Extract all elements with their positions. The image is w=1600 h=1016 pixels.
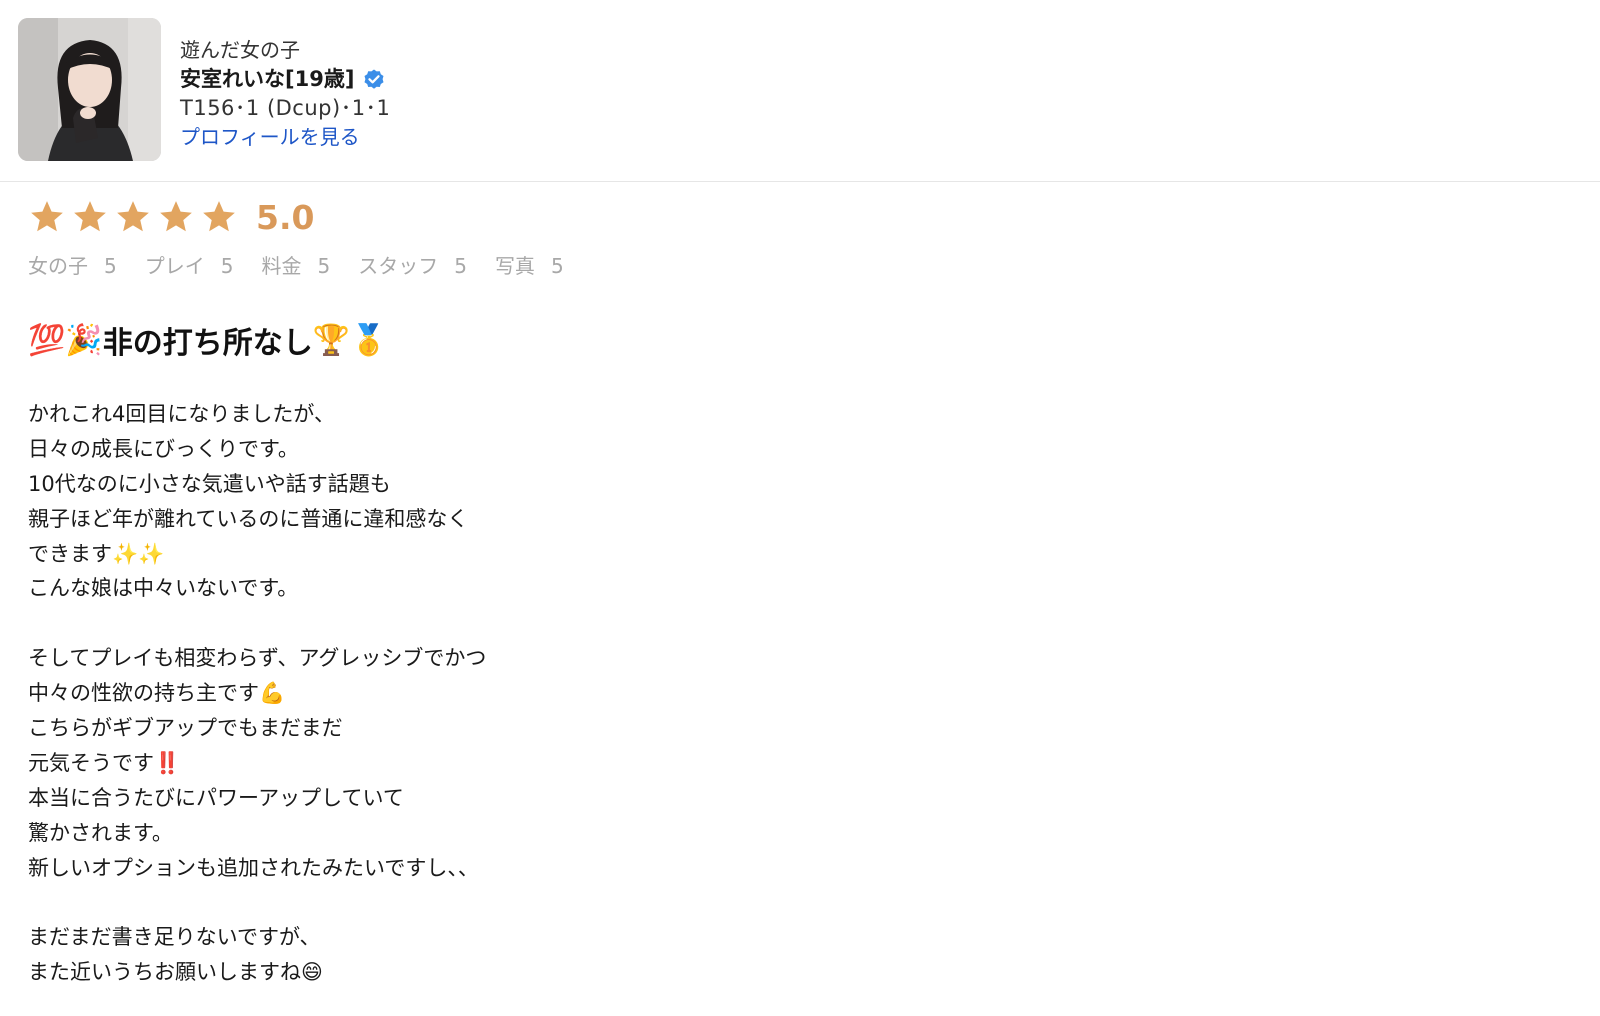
sub-rating-value: 5 [317, 254, 331, 278]
sub-rating-value: 5 [454, 254, 467, 278]
view-profile-link[interactable]: プロフィールを見る [180, 125, 360, 149]
girl-name-row[interactable]: 安室れいな[19歳] [180, 65, 386, 94]
review-title-text: 非の打ち所なし [102, 326, 313, 361]
review-line: こんな娘は中々いないです。 [28, 576, 299, 601]
sub-rating-item: プレイ 5 [145, 250, 234, 279]
played-girl-caption: 遊んだ女の子 [180, 38, 300, 62]
review-line: まだまだ書き足りないですが、 [28, 925, 321, 950]
star-icon [203, 201, 235, 232]
review-line: 10代なのに小さな気遣いや話す話題も [28, 471, 391, 496]
sub-rating-item: 写真 5 [495, 250, 564, 279]
star-icon [74, 201, 106, 232]
review-line: 本当に合うたびにパワーアップしていて [28, 785, 404, 810]
review-line: できます✨✨ [28, 541, 165, 566]
sub-rating-label: 写真 [494, 254, 535, 278]
reviewed-girl-header: 遊んだ女の子 安室れいな[19歳] T156･1 (Dcup)･1･1 プロフィ… [0, 0, 1600, 182]
title-prefix-emoji: 💯🎉 [28, 322, 103, 358]
sub-ratings: 女の子 5 プレイ 5 料金 5 スタッフ 5 写真 5 [28, 250, 564, 279]
title-suffix-emoji: 🏆🥇 [312, 322, 388, 358]
review-title: 💯🎉 非の打ち所なし 🏆🥇 [28, 318, 387, 362]
review-line: 新しいオプションも追加されたみたいですし、、 [28, 855, 479, 880]
sub-rating-label: 女の子 [28, 254, 88, 278]
sub-rating-value: 5 [550, 254, 564, 278]
sub-rating-label: スタッフ [358, 254, 439, 278]
star-rating [28, 198, 238, 236]
girl-stats: T156･1 (Dcup)･1･1 [180, 96, 391, 120]
review-line: こちらがギブアップでもまだまだ [28, 716, 343, 741]
review-line: 驚かされます。 [28, 820, 173, 845]
verified-check-icon [364, 69, 384, 89]
review-line: 親子ほど年が離れているのに普通に違和感なく [28, 506, 469, 531]
sub-rating-item: スタッフ 5 [358, 250, 467, 279]
review-line: 中々の性欲の持ち主です💪 [28, 681, 286, 706]
sub-rating-item: 女の子 5 [28, 250, 117, 279]
review-body: かれこれ4回目になりましたが、 日々の成長にびっくりです。 10代なのに小さな気遣い… [28, 397, 486, 990]
girl-avatar[interactable] [18, 18, 161, 161]
star-icon [31, 201, 63, 232]
sub-rating-value: 5 [220, 254, 234, 278]
review-line: また近いうちお願いしますね😄 [28, 960, 323, 985]
review-line: 元気そうです‼️ [28, 750, 181, 775]
review-line: 日々の成長にびっくりです。 [28, 436, 299, 461]
sub-rating-item: 料金 5 [261, 250, 330, 279]
avatar-photo [18, 18, 161, 161]
review-line: かれこれ4回目になりましたが、 [28, 402, 335, 426]
sub-rating-value: 5 [104, 254, 117, 278]
sub-rating-label: プレイ [144, 254, 205, 278]
overall-rating: 5.0 [28, 195, 314, 239]
star-icon [160, 201, 192, 232]
star-icon [117, 201, 149, 232]
review-line: そしてプレイも相変わらず、アグレッシブでかつ [28, 646, 487, 671]
girl-name[interactable]: 安室れいな[19歳] [180, 65, 354, 94]
rating-score: 5.0 [256, 197, 315, 237]
sub-rating-label: 料金 [261, 254, 302, 278]
